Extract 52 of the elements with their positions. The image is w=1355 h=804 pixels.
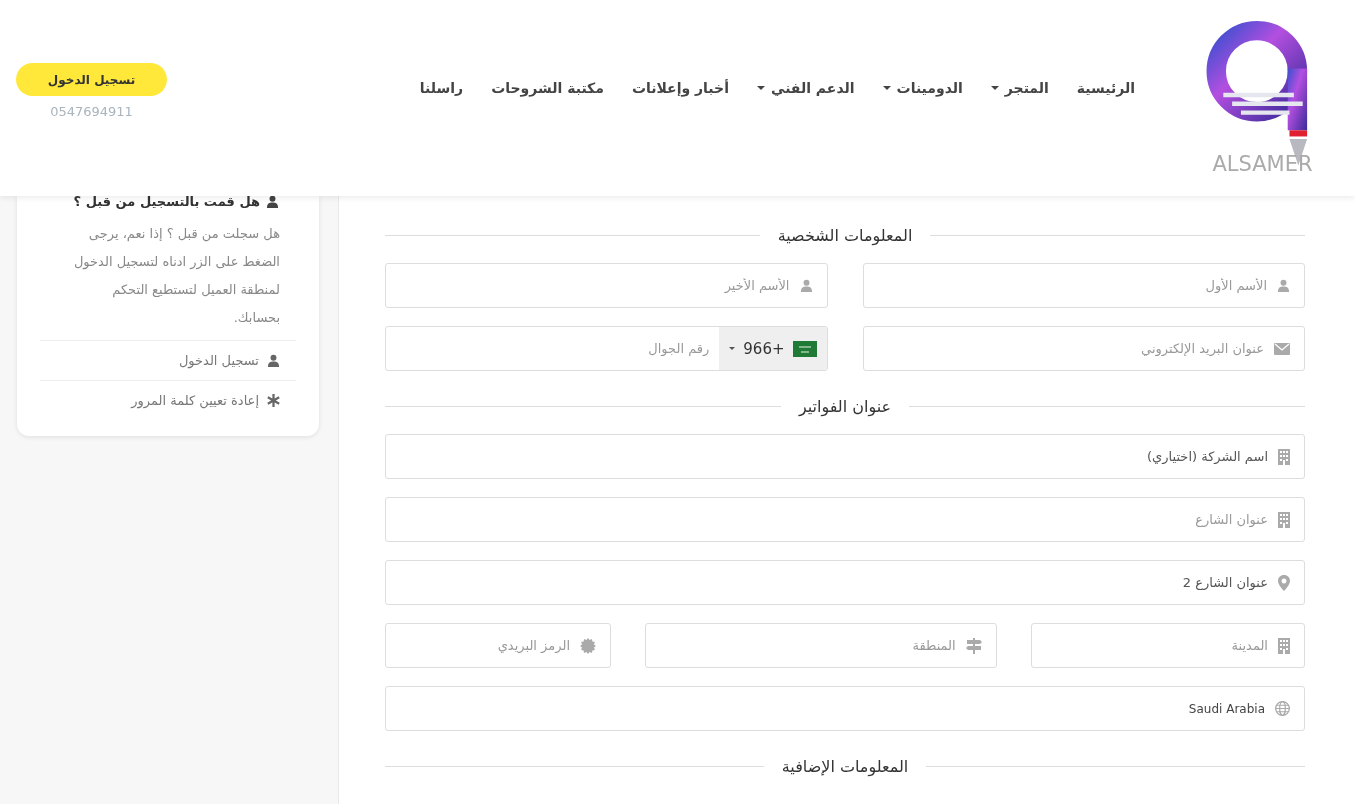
nav-link[interactable]: مكتبة الشروحات xyxy=(491,80,604,96)
card-heading: هل قمت بالتسجيل من قبل ؟ xyxy=(73,193,260,209)
text-input[interactable]: المدينة xyxy=(1045,638,1268,653)
user-icon xyxy=(267,354,280,367)
nav-link[interactable]: الدومينات xyxy=(882,80,963,96)
text-input[interactable]: عنوان الشارع xyxy=(400,512,1268,527)
nav-link[interactable]: الرئيسية xyxy=(1076,80,1135,96)
text-field[interactable]: عنوان البريد الإلكتروني xyxy=(862,326,1305,371)
user-icon xyxy=(266,194,279,208)
nav-link[interactable]: المتجر xyxy=(990,80,1049,96)
text-field[interactable]: الأسم الأخير xyxy=(385,263,828,308)
section-title: عنوان الفواتير xyxy=(798,397,892,416)
section-title: المعلومات الشخصية xyxy=(777,226,913,245)
text-input[interactable]: اسم الشركة (اختياري) xyxy=(400,449,1268,464)
nav-link[interactable]: الدعم الفني xyxy=(757,80,855,96)
map-pin-icon xyxy=(1278,574,1290,591)
phone-input[interactable]: رقم الجوال xyxy=(400,341,710,356)
text-input[interactable]: عنوان الشارع 2 xyxy=(400,575,1268,590)
user-icon xyxy=(1277,279,1290,292)
building-icon xyxy=(1278,637,1290,654)
text-field[interactable]: اسم الشركة (اختياري) xyxy=(385,434,1305,479)
phone-number: 0547694911 xyxy=(50,104,133,119)
nav-link[interactable]: راسلنا xyxy=(419,80,464,96)
text-field[interactable]: المنطقة xyxy=(645,623,997,668)
building-icon xyxy=(1278,511,1290,528)
building-icon xyxy=(1278,448,1290,465)
envelope-icon xyxy=(1274,342,1290,355)
nav-link[interactable]: أخبار وإعلانات xyxy=(631,80,729,96)
section-title: المعلومات الإضافية xyxy=(781,757,909,776)
text-field[interactable]: الأسم الأول xyxy=(862,263,1305,308)
text-input[interactable]: الرمز البريدي xyxy=(400,638,570,653)
text-field[interactable]: الرمز البريدي xyxy=(385,623,611,668)
user-icon xyxy=(799,279,813,292)
globe-icon xyxy=(1275,701,1290,716)
text-input[interactable]: المنطقة xyxy=(660,638,956,653)
sidebar-link[interactable]: تسجيل الدخول xyxy=(40,340,296,380)
card-text: هل سجلت من قبل ؟ إذا نعم، يرجى الضغط على الزر ادناه لتسجيل الدخول لمنطقة العميل لتستطيع التحكم بحسابك. xyxy=(72,225,280,327)
login-button[interactable]: تسجيل الدخول xyxy=(16,63,167,96)
signpost-icon xyxy=(965,637,982,654)
text-field[interactable]: عنوان الشارع xyxy=(385,497,1305,542)
country-code-select[interactable]: 966+ xyxy=(719,327,827,370)
text-input[interactable]: الأسم الأول xyxy=(877,278,1267,293)
sidebar-link[interactable]: إعادة تعيين كلمة المرور xyxy=(40,380,296,420)
asterisk-icon xyxy=(267,394,280,407)
country-select[interactable]: Saudi Arabia xyxy=(385,686,1305,731)
text-field[interactable]: المدينة xyxy=(1030,623,1305,668)
flag-icon xyxy=(792,340,817,357)
logo-text: ALSAMER xyxy=(1212,152,1313,176)
seal-icon xyxy=(580,637,596,654)
text-input[interactable]: الأسم الأخير xyxy=(400,278,790,293)
text-input[interactable]: عنوان البريد الإلكتروني xyxy=(877,341,1264,356)
text-field[interactable]: عنوان الشارع 2 xyxy=(385,560,1305,605)
